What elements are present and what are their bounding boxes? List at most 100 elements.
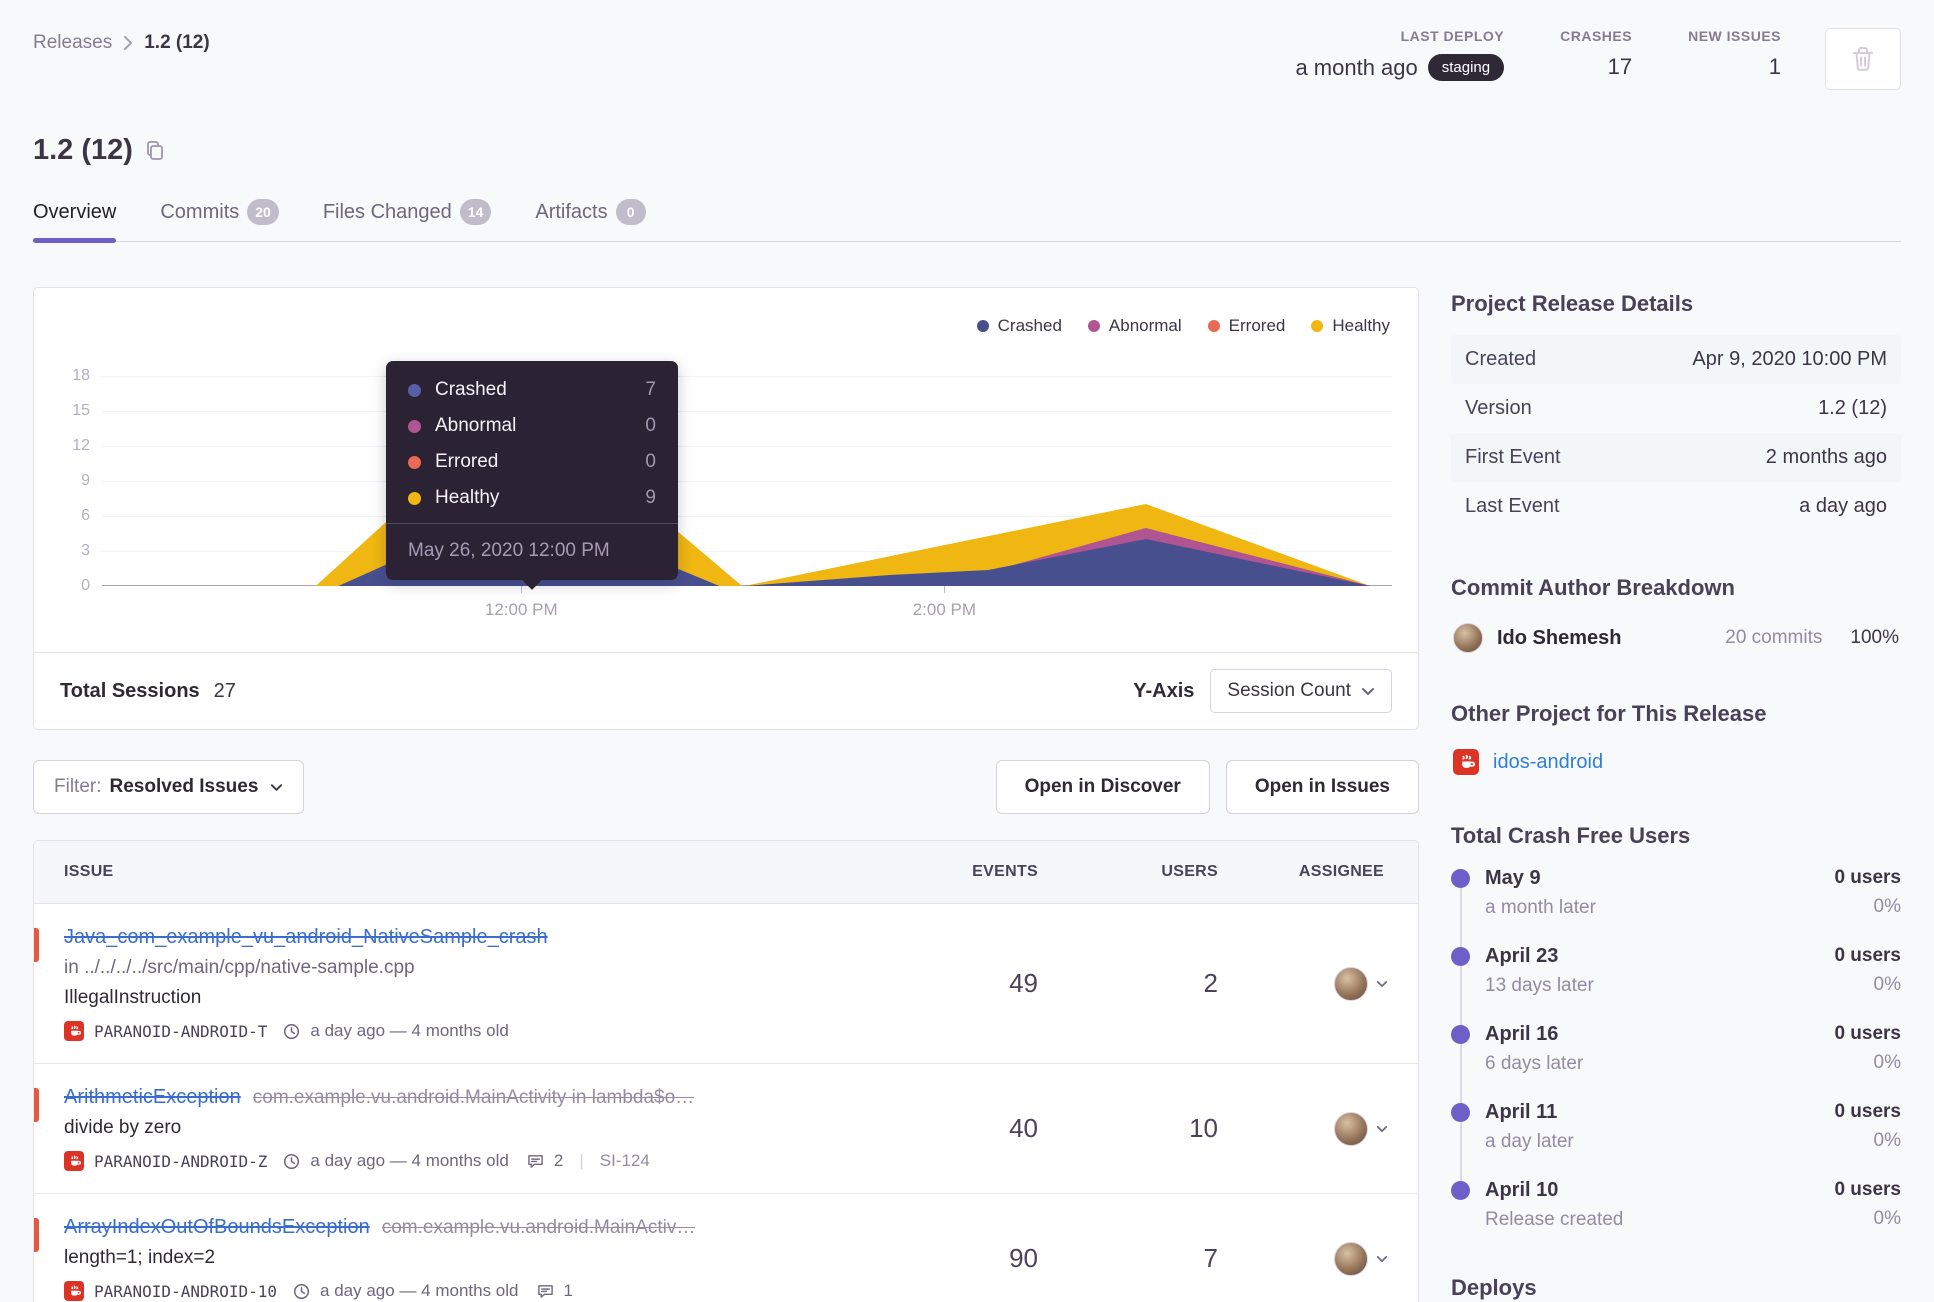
col-assignee: ASSIGNEE	[1298, 863, 1384, 880]
col-users: USERS	[1161, 863, 1218, 880]
yaxis-select[interactable]: Session Count	[1210, 669, 1392, 713]
env-badge: staging	[1427, 54, 1505, 81]
col-issue: ISSUE	[64, 863, 114, 880]
page-header: Releases 1.2 (12) LAST DEPLOY a month ag…	[33, 28, 1901, 90]
java-project-icon	[64, 1021, 84, 1041]
new-issues-label: NEW ISSUES	[1688, 28, 1781, 44]
detail-label: Version	[1465, 397, 1532, 419]
java-project-icon	[1453, 749, 1479, 775]
other-project-link[interactable]: idos-android	[1493, 751, 1603, 774]
legend-errored[interactable]: Errored	[1207, 316, 1286, 336]
open-in-discover-button[interactable]: Open in Discover	[995, 760, 1210, 814]
assignee-avatar	[1334, 966, 1368, 1001]
legend-abnormal[interactable]: Abnormal	[1087, 316, 1182, 336]
deploys-section: Deploys	[1451, 1275, 1901, 1301]
other-project-title: Other Project for This Release	[1451, 701, 1767, 726]
crashed-dot-icon	[976, 320, 989, 332]
assignee-dropdown[interactable]	[1228, 1194, 1418, 1302]
release-detail-page: Releases 1.2 (12) LAST DEPLOY a month ag…	[0, 0, 1934, 1302]
tooltip-abnormal-label: Abnormal	[435, 415, 517, 436]
chart-y-axis: 18 15 12 9 6 3 0	[72, 367, 90, 594]
chevron-down-icon	[1376, 1255, 1388, 1263]
detail-value: a day ago	[1799, 495, 1887, 517]
issue-short-id: SI-124	[599, 1151, 650, 1170]
last-deploy-label: LAST DEPLOY	[1400, 28, 1505, 44]
issue-title-link[interactable]: ArithmeticException	[64, 1086, 241, 1109]
chevron-down-icon	[270, 783, 283, 792]
page-title: 1.2 (12)	[33, 134, 133, 166]
issues-table: ISSUE EVENTS USERS ASSIGNEE Java_com_exa…	[33, 840, 1419, 1302]
filter-dropdown[interactable]: Filter: Resolved Issues	[33, 760, 305, 814]
tab-artifacts-label: Artifacts	[535, 200, 608, 223]
timeline-users: 0 users	[1834, 1101, 1901, 1122]
legend-crashed-label: Crashed	[997, 316, 1062, 335]
divider: |	[579, 1151, 584, 1170]
clock-icon	[293, 1283, 310, 1300]
tab-artifacts[interactable]: Artifacts 0	[535, 193, 646, 241]
chevron-down-icon	[1376, 980, 1388, 988]
project-slug[interactable]: PARANOID-ANDROID-Z	[94, 1152, 267, 1171]
resolved-marker	[34, 1218, 39, 1252]
issue-title-link[interactable]: ArrayIndexOutOfBoundsException	[64, 1216, 370, 1239]
tooltip-crashed-label: Crashed	[435, 379, 507, 400]
issue-message: length=1; index=2	[64, 1247, 216, 1268]
timeline-date: April 16	[1485, 1023, 1559, 1045]
comments-count: 1	[563, 1281, 573, 1300]
timeline-entry: April 11 a day later 0 users 0%	[1451, 1101, 1901, 1153]
healthy-dot-icon	[1311, 320, 1324, 332]
assignee-dropdown[interactable]	[1228, 904, 1418, 1063]
comments-icon	[527, 1153, 544, 1169]
comments-count: 2	[553, 1151, 564, 1170]
total-sessions-value: 27	[213, 679, 236, 702]
author-commit-count: 20 commits	[1725, 627, 1823, 648]
main-column: Crashed Abnormal Errored Healthy 18 15 1…	[33, 287, 1419, 1302]
assignee-avatar	[1334, 1241, 1368, 1276]
copy-icon[interactable]	[145, 140, 165, 162]
breadcrumb-current: 1.2 (12)	[144, 32, 210, 53]
timeline-users: 0 users	[1834, 1179, 1901, 1200]
detail-value: 1.2 (12)	[1818, 397, 1887, 419]
java-project-icon	[64, 1151, 84, 1171]
comments-icon	[537, 1283, 554, 1299]
legend-healthy[interactable]: Healthy	[1311, 316, 1390, 336]
title-row: 1.2 (12)	[33, 134, 1901, 167]
events-count: 40	[1009, 1113, 1038, 1143]
users-count: 2	[1203, 968, 1218, 998]
detail-value: Apr 9, 2020 10:00 PM	[1692, 348, 1887, 370]
sessions-chart-card: Crashed Abnormal Errored Healthy 18 15 1…	[33, 287, 1419, 730]
x-tick-2pm: 2:00 PM	[912, 600, 977, 619]
release-details-title: Project Release Details	[1451, 291, 1694, 316]
tab-files-changed[interactable]: Files Changed 14	[323, 193, 492, 241]
chart-legend: Crashed Abnormal Errored Healthy	[976, 316, 1390, 336]
tooltip-crashed-value: 7	[645, 379, 656, 400]
detail-label: Created	[1465, 348, 1537, 370]
issue-title-link[interactable]: Java_com_example_vu_android_NativeSample…	[64, 926, 548, 949]
delete-release-button[interactable]	[1825, 28, 1901, 90]
legend-crashed[interactable]: Crashed	[976, 316, 1062, 336]
legend-errored-label: Errored	[1228, 316, 1286, 335]
author-percent: 100%	[1850, 627, 1899, 648]
chart-tooltip: Crashed 7 Abnormal 0 Errored 0 Healthy 9…	[386, 361, 678, 590]
issue-row-1: Java_com_example_vu_android_NativeSample…	[34, 904, 1418, 1064]
timeline-date: May 9	[1485, 867, 1541, 889]
author-name: Ido Shemesh	[1497, 626, 1622, 649]
tooltip-healthy-value: 9	[645, 487, 656, 508]
tooltip-crashed-dot-icon	[408, 383, 421, 397]
stat-last-deploy: LAST DEPLOY a month ago staging	[1295, 28, 1505, 81]
open-in-issues-button[interactable]: Open in Issues	[1225, 760, 1419, 814]
tab-overview[interactable]: Overview	[33, 193, 117, 243]
breadcrumb: Releases 1.2 (12)	[33, 28, 210, 54]
tab-files-changed-label: Files Changed	[322, 200, 452, 223]
assignee-dropdown[interactable]	[1228, 1064, 1418, 1193]
issue-message: IllegalInstruction	[64, 987, 202, 1008]
timeline-percent: 0%	[1873, 1130, 1901, 1151]
crash-free-title: Total Crash Free Users	[1451, 823, 1691, 848]
project-slug[interactable]: PARANOID-ANDROID-T	[94, 1022, 267, 1041]
chart-plot-area[interactable]	[102, 376, 1392, 586]
tab-commits[interactable]: Commits 20	[160, 193, 279, 241]
issue-location: com.example.vu.android.MainActivity in l…	[252, 1087, 695, 1108]
project-slug[interactable]: PARANOID-ANDROID-10	[94, 1282, 277, 1301]
timeline-entry: April 10 Release created 0 users 0%	[1451, 1179, 1901, 1231]
breadcrumb-releases-link[interactable]: Releases	[33, 32, 112, 54]
timeline-sub: a day later	[1485, 1131, 1574, 1152]
